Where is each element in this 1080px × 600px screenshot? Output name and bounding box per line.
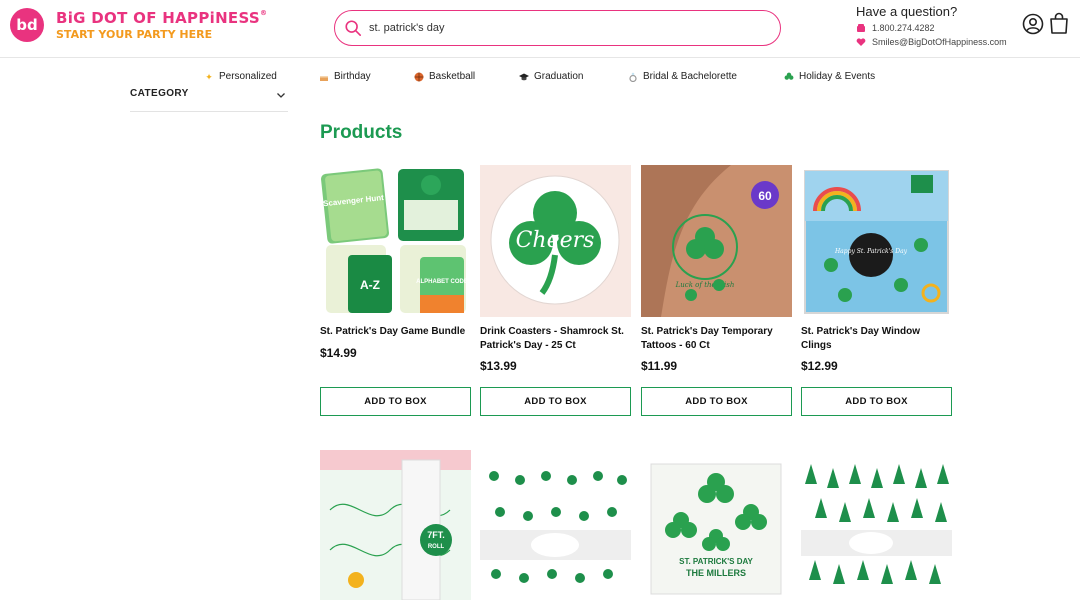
- product-name[interactable]: Drink Coasters - Shamrock St. Patrick's D…: [480, 325, 624, 353]
- nav-bridal[interactable]: Bridal & Bachelorette: [628, 71, 737, 82]
- product-image-tattoos[interactable]: Luck of the Irish 60: [641, 165, 792, 317]
- product-image-shamrock-garland[interactable]: [480, 450, 631, 600]
- product-image-window-clings[interactable]: Happy St. Patrick's Day: [801, 165, 952, 317]
- brand-logo[interactable]: bd BiG DOT OF HAPPiNESS® START YOUR PART…: [10, 8, 267, 42]
- phone-number: 1.800.274.4282: [872, 23, 935, 33]
- product-name[interactable]: St. Patrick's Day Temporary Tattoos - 60 …: [641, 325, 773, 353]
- grad-cap-icon: [519, 72, 529, 82]
- svg-text:ALPHABET CODE: ALPHABET CODE: [416, 279, 468, 285]
- nav-label: Bridal & Bachelorette: [643, 71, 737, 82]
- basketball-icon: [414, 72, 424, 82]
- contact-block: Have a question? 1.800.274.4282 Smiles@B…: [856, 4, 1026, 47]
- nav-label: Birthday: [334, 71, 371, 82]
- svg-text:Happy St. Patrick's Day: Happy St. Patrick's Day: [834, 248, 908, 255]
- sparkle-icon: ✦: [205, 71, 213, 82]
- logo-text: BiG DOT OF HAPPiNESS® START YOUR PARTY H…: [56, 9, 267, 41]
- nav-birthday[interactable]: Birthday: [319, 71, 371, 82]
- cake-icon: [319, 72, 329, 82]
- product-name[interactable]: St. Patrick's Day Window Clings: [801, 325, 920, 353]
- products-heading: Products: [320, 122, 403, 143]
- brand-name: BiG DOT OF HAPPiNESS®: [56, 9, 268, 27]
- nav-label: Holiday & Events: [799, 71, 876, 82]
- contact-email[interactable]: Smiles@BigDotOfHappiness.com: [856, 37, 1026, 47]
- category-filter[interactable]: CATEGORY: [130, 88, 288, 112]
- nav-label: Graduation: [534, 71, 584, 82]
- brand-tagline: START YOUR PARTY HERE: [56, 28, 213, 41]
- search-bar[interactable]: [334, 10, 781, 46]
- nav-personalized[interactable]: ✦ Personalized: [204, 71, 277, 82]
- svg-text:Cheers: Cheers: [516, 228, 595, 253]
- svg-text:ROLL: ROLL: [428, 544, 445, 550]
- site-header: bd BiG DOT OF HAPPiNESS® START YOUR PART…: [0, 0, 1080, 58]
- chevron-down-icon[interactable]: [276, 90, 286, 100]
- nav-label: Personalized: [219, 71, 277, 82]
- product-image-coasters[interactable]: Cheers: [480, 165, 631, 317]
- category-label: CATEGORY: [130, 88, 189, 99]
- svg-text:ST. PATRICK'S DAY: ST. PATRICK'S DAY: [679, 557, 753, 566]
- add-to-box-button[interactable]: ADD TO BOX: [320, 387, 471, 416]
- add-to-box-button[interactable]: ADD TO BOX: [641, 387, 792, 416]
- product-price: $14.99: [320, 346, 357, 360]
- search-input[interactable]: [369, 22, 759, 34]
- svg-text:Luck of the Irish: Luck of the Irish: [675, 281, 735, 289]
- search-icon[interactable]: [344, 19, 362, 37]
- product-name[interactable]: St. Patrick's Day Game Bundle: [320, 325, 465, 339]
- svg-text:60: 60: [758, 189, 772, 203]
- clover-icon: [784, 72, 794, 82]
- product-image-gnome-garland[interactable]: [801, 450, 952, 600]
- svg-text:A-Z: A-Z: [360, 278, 380, 292]
- account-icon[interactable]: [1022, 13, 1044, 35]
- contact-question: Have a question?: [856, 4, 958, 19]
- phone-icon: [857, 24, 865, 32]
- shopping-bag-icon[interactable]: [1049, 12, 1069, 34]
- heart-icon: [856, 38, 866, 46]
- contact-phone[interactable]: 1.800.274.4282: [856, 23, 1026, 33]
- nav-basketball[interactable]: Basketball: [414, 71, 475, 82]
- nav-holiday[interactable]: Holiday & Events: [784, 71, 875, 82]
- add-to-box-button[interactable]: ADD TO BOX: [801, 387, 952, 416]
- email-address: Smiles@BigDotOfHappiness.com: [872, 37, 1007, 47]
- product-image-game-bundle[interactable]: Scavenger Hunt A-Z ALPHABET CODE: [320, 165, 471, 317]
- logo-mark: bd: [10, 8, 44, 42]
- nav-label: Basketball: [429, 71, 476, 82]
- product-image-napkins[interactable]: ST. PATRICK'S DAY THE MILLERS: [641, 450, 792, 600]
- nav-graduation[interactable]: Graduation: [519, 71, 583, 82]
- product-price: $13.99: [480, 359, 517, 373]
- svg-text:7FT.: 7FT.: [427, 530, 445, 540]
- product-image-table-roll[interactable]: 7FT. ROLL: [320, 450, 471, 600]
- ring-icon: [628, 72, 638, 82]
- product-price: $11.99: [641, 359, 678, 373]
- product-price: $12.99: [801, 359, 838, 373]
- add-to-box-button[interactable]: ADD TO BOX: [480, 387, 631, 416]
- svg-text:THE MILLERS: THE MILLERS: [686, 568, 746, 578]
